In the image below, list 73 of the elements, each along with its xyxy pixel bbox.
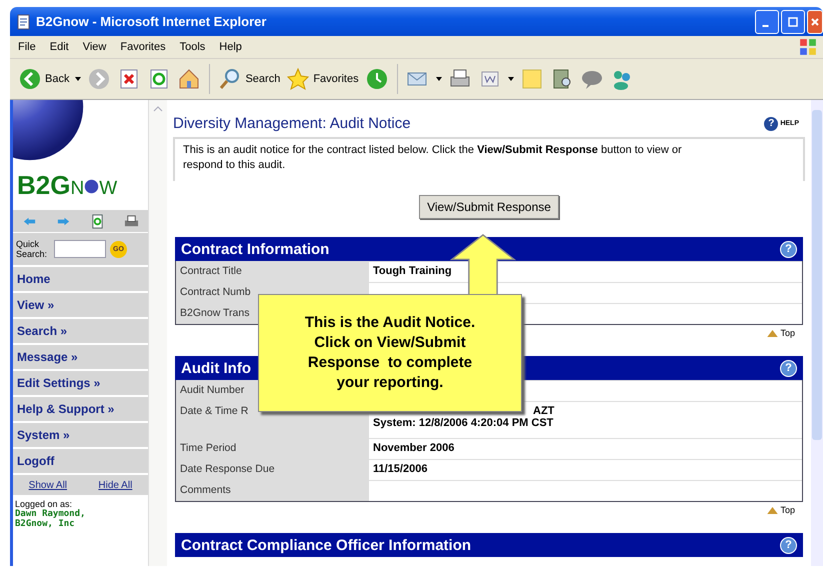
scrollbar[interactable]: [811, 100, 823, 566]
maximize-button[interactable]: [781, 10, 805, 34]
field-label: Contract Title: [180, 265, 242, 277]
close-button[interactable]: [807, 10, 823, 34]
back-icon: [18, 67, 42, 91]
sidebar-link[interactable]: Show All: [28, 480, 68, 490]
history-icon: [364, 67, 389, 91]
nav-item[interactable]: Search »: [13, 317, 148, 343]
field-value: 11/15/2006: [373, 463, 428, 475]
logged-on-label: Logged on as:: [14, 499, 74, 509]
minimize-icon: [762, 24, 769, 26]
print-icon[interactable]: [124, 214, 139, 228]
field-label: Date Response Due: [180, 463, 275, 475]
up-triangle-icon: [767, 330, 778, 336]
section-title: Contract Compliance Officer Information: [181, 536, 472, 554]
field-value: AZT: [532, 405, 556, 417]
favorites-icon: [286, 67, 310, 91]
menu-item[interactable]: File: [18, 41, 36, 53]
field-value: November 2006: [373, 442, 456, 454]
field-label: Contract Numb: [180, 286, 251, 298]
view-submit-response-button[interactable]: View/Submit Response: [419, 195, 559, 219]
search-button[interactable]: Search: [218, 67, 280, 91]
field-label: B2Gnow Trans: [180, 307, 250, 319]
scroll-up-icon[interactable]: [153, 106, 163, 112]
minimize-button[interactable]: [755, 10, 779, 34]
top-link[interactable]: Top: [767, 328, 795, 338]
user-name: Dawn Raymond, B2Gnow, Inc: [14, 509, 86, 529]
up-triangle-icon: [767, 506, 778, 514]
home-button[interactable]: [177, 67, 202, 91]
sidebar-link[interactable]: Hide All: [98, 480, 132, 490]
logo: B2GN W: [17, 170, 118, 201]
dropdown-caret-icon[interactable]: [75, 77, 82, 81]
section-title: Contract Information: [181, 240, 330, 258]
window-title: B2Gnow - Microsoft Internet Explorer: [36, 14, 266, 29]
notice-text: This is an audit notice for the contract listed below. Click the View/Submit Response button to view or respond to this audit.: [173, 137, 805, 181]
page-title: Diversity Management: Audit Notice: [173, 115, 411, 132]
nav-item[interactable]: Help & Support »: [13, 395, 148, 421]
nav-item[interactable]: Home: [13, 265, 148, 291]
dropdown-caret-icon[interactable]: [508, 77, 514, 81]
dropdown-caret-icon[interactable]: [436, 77, 442, 81]
nav-item[interactable]: System »: [13, 421, 148, 447]
menu-item[interactable]: View: [82, 41, 106, 53]
note-icon: [520, 67, 544, 91]
forward-button[interactable]: [87, 67, 112, 91]
page-icon: [16, 14, 32, 30]
quick-search-label: Quick Search:: [16, 239, 48, 259]
section-title: Audit Info: [181, 360, 251, 376]
menu-item[interactable]: Favorites: [120, 41, 166, 53]
field-label: Date & Time R: [180, 405, 248, 417]
menu-item[interactable]: Edit: [50, 41, 69, 53]
nav-item[interactable]: Edit Settings »: [13, 369, 148, 395]
quick-search-field[interactable]: [54, 240, 106, 258]
maximize-icon: [787, 16, 799, 28]
menu-item[interactable]: Tools: [180, 41, 206, 53]
history-button[interactable]: [364, 67, 389, 91]
field-value: Tough Training: [373, 265, 453, 277]
field-label: Comments: [180, 484, 231, 496]
forward-icon: [87, 67, 112, 91]
windows-logo-icon: [799, 38, 817, 56]
callout: This is the Audit Notice. Click on View/Submit Response to complete your reporting.: [258, 294, 522, 412]
nav-item[interactable]: Logoff: [13, 447, 148, 473]
field-label: Time Period: [180, 442, 236, 454]
top-link[interactable]: Top: [767, 505, 795, 515]
nav-item[interactable]: View »: [13, 291, 148, 317]
field-value: System: 12/8/2006 4:20:04 PM CST: [373, 417, 554, 429]
nav-item[interactable]: Message »: [13, 343, 148, 369]
back-button[interactable]: Back: [18, 67, 70, 91]
home-icon: [177, 67, 202, 91]
field-label: Audit Number: [180, 384, 244, 396]
favorites-button[interactable]: Favorites: [286, 67, 359, 91]
menu-item[interactable]: Help: [219, 41, 242, 53]
close-icon: [809, 16, 821, 28]
scrollbar[interactable]: [148, 100, 167, 566]
